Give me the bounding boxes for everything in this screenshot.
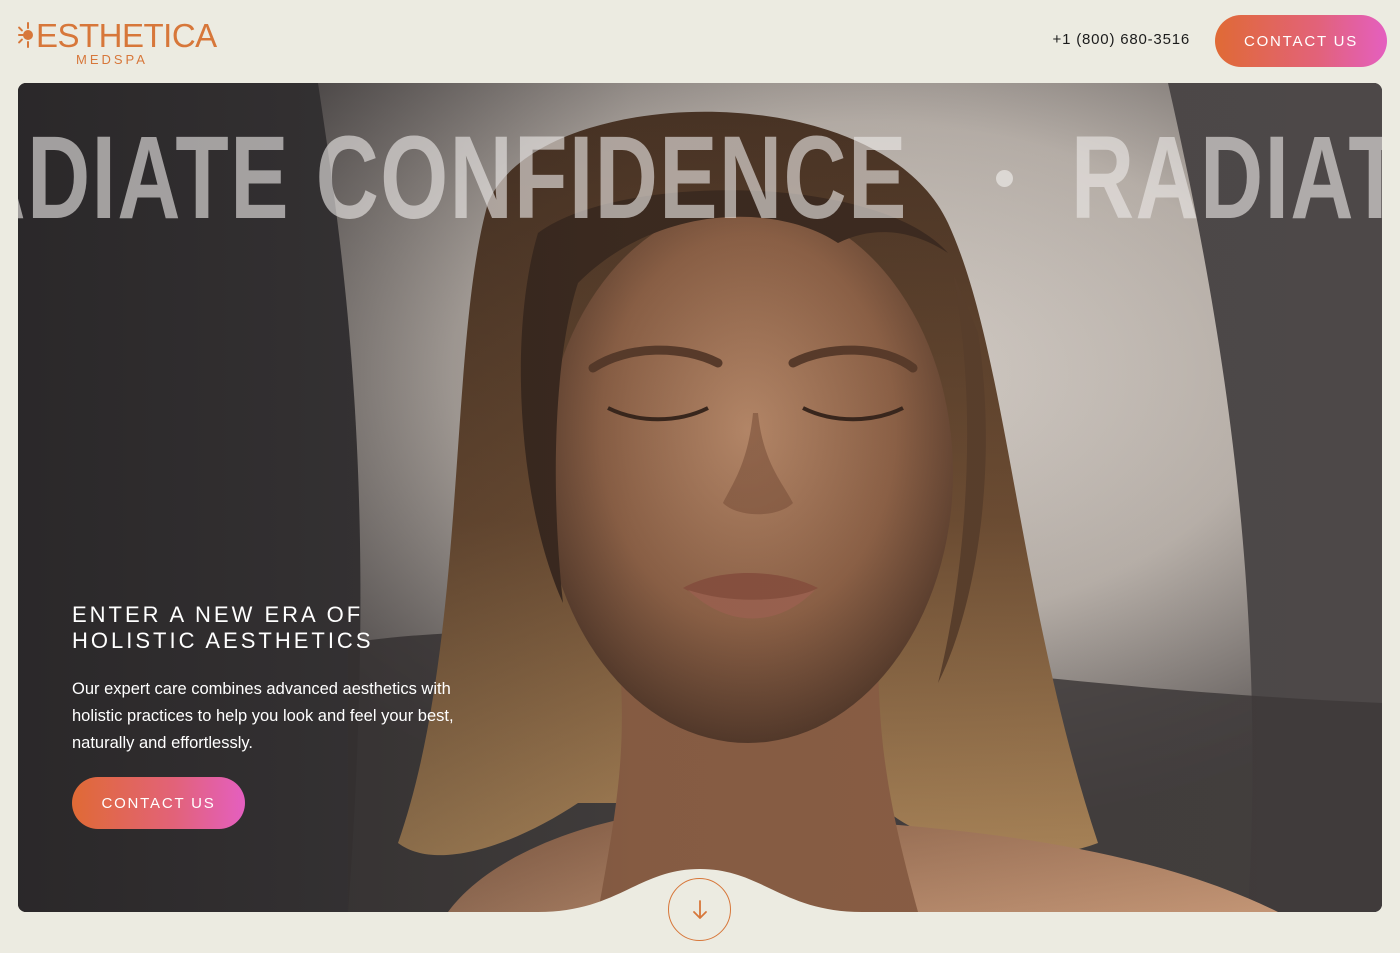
- hero-description: Our expert care combines advanced aesthe…: [72, 680, 454, 752]
- hero-contact-button[interactable]: CONTACT US: [72, 777, 245, 829]
- hero-title: ENTER A NEW ERA OF HOLISTIC AESTHETICS: [72, 602, 452, 654]
- marquee-item: RADIATE CONFIDENCE: [1071, 123, 1382, 233]
- brand-logo[interactable]: ESTHETICA MEDSPA: [14, 14, 217, 70]
- headline-marquee: RADIATE CONFIDENCE RADIATE CONFIDENCE RA…: [18, 123, 1382, 233]
- logo-tagline: MEDSPA: [76, 52, 148, 67]
- phone-link[interactable]: +1 (800) 680-3516: [1053, 31, 1190, 49]
- header-contact-button[interactable]: CONTACT US: [1215, 15, 1387, 67]
- scroll-down-button[interactable]: [668, 878, 731, 941]
- hero-title-line: ENTER A NEW ERA OF: [72, 602, 364, 627]
- logo-wordmark: ESTHETICA: [36, 17, 217, 54]
- hero-section: RADIATE CONFIDENCE RADIATE CONFIDENCE RA…: [18, 83, 1382, 912]
- site-header: ESTHETICA MEDSPA +1 (800) 680-3516 CONTA…: [0, 0, 1400, 82]
- marquee-item: RADIATE CONFIDENCE: [18, 123, 1008, 233]
- hero-title-line: HOLISTIC AESTHETICS: [72, 628, 374, 653]
- marquee-text: RADIATE CONFIDENCE: [18, 123, 908, 233]
- marquee-track: RADIATE CONFIDENCE RADIATE CONFIDENCE RA…: [18, 123, 1382, 233]
- arrow-down-icon: [692, 899, 707, 919]
- marquee-text: RADIATE CONFIDENCE: [1071, 123, 1382, 233]
